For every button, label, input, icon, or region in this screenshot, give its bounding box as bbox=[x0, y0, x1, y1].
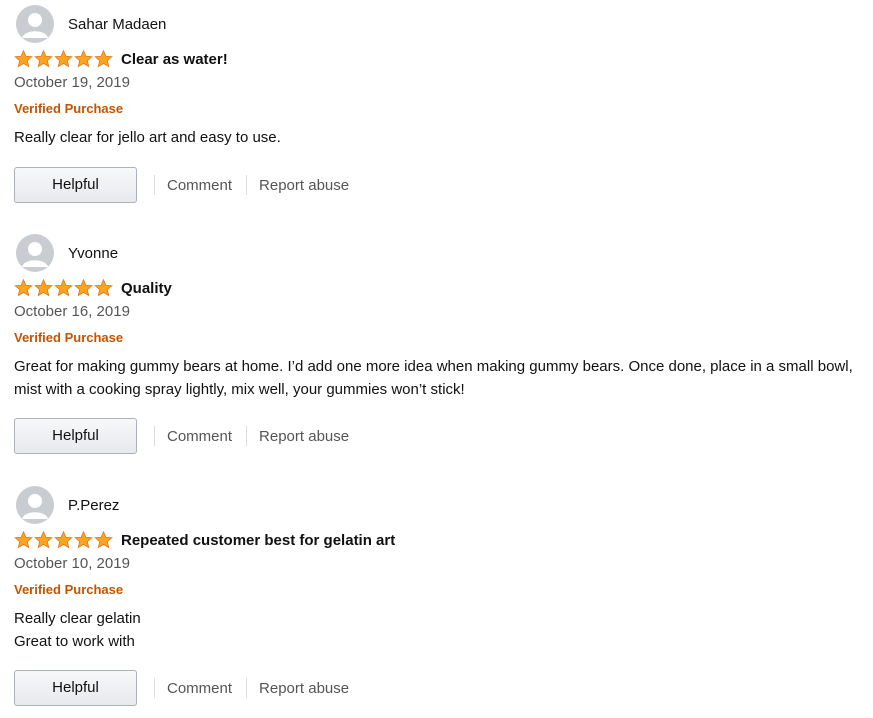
comment-link[interactable]: Comment bbox=[167, 428, 232, 445]
star-rating[interactable] bbox=[14, 531, 113, 549]
star-icon bbox=[54, 279, 73, 297]
star-icon bbox=[14, 50, 33, 68]
star-icon bbox=[14, 279, 33, 297]
report-abuse-link[interactable]: Report abuse bbox=[259, 428, 349, 445]
reviewer-name[interactable]: Sahar Madaen bbox=[68, 16, 166, 33]
star-rating[interactable] bbox=[14, 279, 113, 297]
default-profile-icon bbox=[16, 5, 54, 43]
review-title[interactable]: Clear as water! bbox=[121, 51, 228, 68]
star-icon bbox=[94, 50, 113, 68]
review-actions: Helpful Comment Report abuse bbox=[14, 417, 349, 455]
star-icon bbox=[54, 50, 73, 68]
review-actions: Helpful Comment Report abuse bbox=[14, 166, 349, 204]
star-icon bbox=[34, 531, 53, 549]
default-profile-icon bbox=[16, 486, 54, 524]
comment-link[interactable]: Comment bbox=[167, 680, 232, 697]
review-body: Great for making gummy bears at home. I’… bbox=[14, 355, 859, 401]
helpful-button[interactable]: Helpful bbox=[14, 670, 137, 706]
reviewer-name[interactable]: Yvonne bbox=[68, 245, 118, 262]
star-rating[interactable] bbox=[14, 50, 113, 68]
helpful-button[interactable]: Helpful bbox=[14, 167, 137, 203]
reviewer-profile[interactable]: Sahar Madaen bbox=[16, 5, 166, 43]
reviewer-profile[interactable]: P.Perez bbox=[16, 486, 119, 524]
star-icon bbox=[34, 50, 53, 68]
star-icon bbox=[74, 531, 93, 549]
divider bbox=[246, 678, 248, 698]
review-body-line: Really clear gelatin bbox=[14, 610, 141, 627]
star-icon bbox=[94, 279, 113, 297]
star-icon bbox=[94, 531, 113, 549]
reviews-list: Sahar Madaen Clear as water! October 19,… bbox=[0, 0, 873, 718]
comment-link[interactable]: Comment bbox=[167, 177, 232, 194]
review-title[interactable]: Quality bbox=[121, 280, 172, 297]
divider bbox=[154, 678, 155, 698]
review-title[interactable]: Repeated customer best for gelatin art bbox=[121, 532, 395, 549]
verified-purchase-badge: Verified Purchase bbox=[14, 582, 124, 597]
divider bbox=[246, 175, 248, 195]
verified-purchase-badge: Verified Purchase bbox=[14, 101, 124, 116]
divider bbox=[154, 175, 155, 195]
divider bbox=[154, 426, 155, 446]
verified-purchase-badge: Verified Purchase bbox=[14, 330, 124, 345]
review-body-line: Really clear for jello art and easy to u… bbox=[14, 129, 281, 146]
review-actions: Helpful Comment Report abuse bbox=[14, 669, 349, 707]
rating-line: Repeated customer best for gelatin art bbox=[14, 529, 395, 551]
divider bbox=[246, 426, 248, 446]
reviewer-name[interactable]: P.Perez bbox=[68, 497, 119, 514]
review-date: October 16, 2019 bbox=[14, 303, 130, 320]
review-body: Really clear gelatin Great to work with bbox=[14, 607, 859, 653]
star-icon bbox=[74, 50, 93, 68]
review-date: October 19, 2019 bbox=[14, 74, 130, 91]
review-date: October 10, 2019 bbox=[14, 555, 130, 572]
review-body: Really clear for jello art and easy to u… bbox=[14, 126, 859, 149]
review-body-line: Great for making gummy bears at home. I’… bbox=[14, 358, 853, 398]
default-profile-icon bbox=[16, 234, 54, 272]
rating-line: Quality bbox=[14, 277, 172, 299]
star-icon bbox=[54, 531, 73, 549]
review-body-line: Great to work with bbox=[14, 633, 135, 650]
report-abuse-link[interactable]: Report abuse bbox=[259, 177, 349, 194]
rating-line: Clear as water! bbox=[14, 48, 228, 70]
helpful-button[interactable]: Helpful bbox=[14, 418, 137, 454]
reviewer-profile[interactable]: Yvonne bbox=[16, 234, 118, 272]
report-abuse-link[interactable]: Report abuse bbox=[259, 680, 349, 697]
star-icon bbox=[74, 279, 93, 297]
star-icon bbox=[34, 279, 53, 297]
star-icon bbox=[14, 531, 33, 549]
